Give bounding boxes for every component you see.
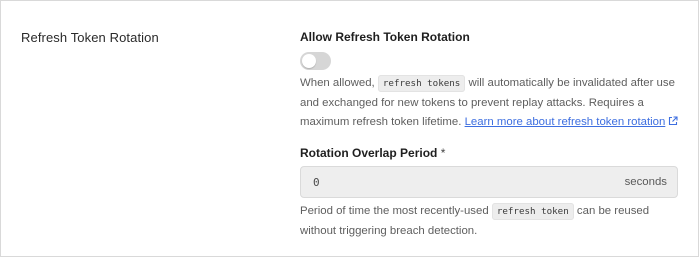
allow-rotation-description: When allowed, refresh tokens will automa…	[300, 74, 680, 133]
section-title: Refresh Token Rotation	[21, 30, 159, 45]
required-mark: *	[440, 146, 446, 160]
overlap-period-field: seconds	[300, 166, 678, 198]
learn-more-link[interactable]: Learn more about refresh token rotation	[465, 116, 679, 128]
overlap-period-label: Rotation Overlap Period *	[300, 146, 445, 160]
settings-panel: Refresh Token Rotation Allow Refresh Tok…	[0, 0, 699, 257]
overlap-period-label-text: Rotation Overlap Period	[300, 146, 438, 160]
toggle-knob	[302, 54, 316, 68]
learn-more-link-text: Learn more about refresh token rotation	[464, 116, 666, 128]
external-link-icon	[669, 116, 678, 126]
help-text-1: Period of time the most recently-used	[300, 205, 492, 217]
refresh-token-code: refresh token	[491, 203, 574, 220]
refresh-tokens-code: refresh tokens	[377, 75, 466, 92]
allow-rotation-toggle[interactable]	[300, 52, 331, 70]
overlap-period-input[interactable]	[301, 167, 601, 197]
seconds-unit-label: seconds	[624, 176, 667, 188]
allow-rotation-label: Allow Refresh Token Rotation	[300, 30, 470, 44]
desc-text-1: When allowed,	[300, 77, 378, 89]
overlap-period-help: Period of time the most recently-used re…	[300, 202, 680, 241]
